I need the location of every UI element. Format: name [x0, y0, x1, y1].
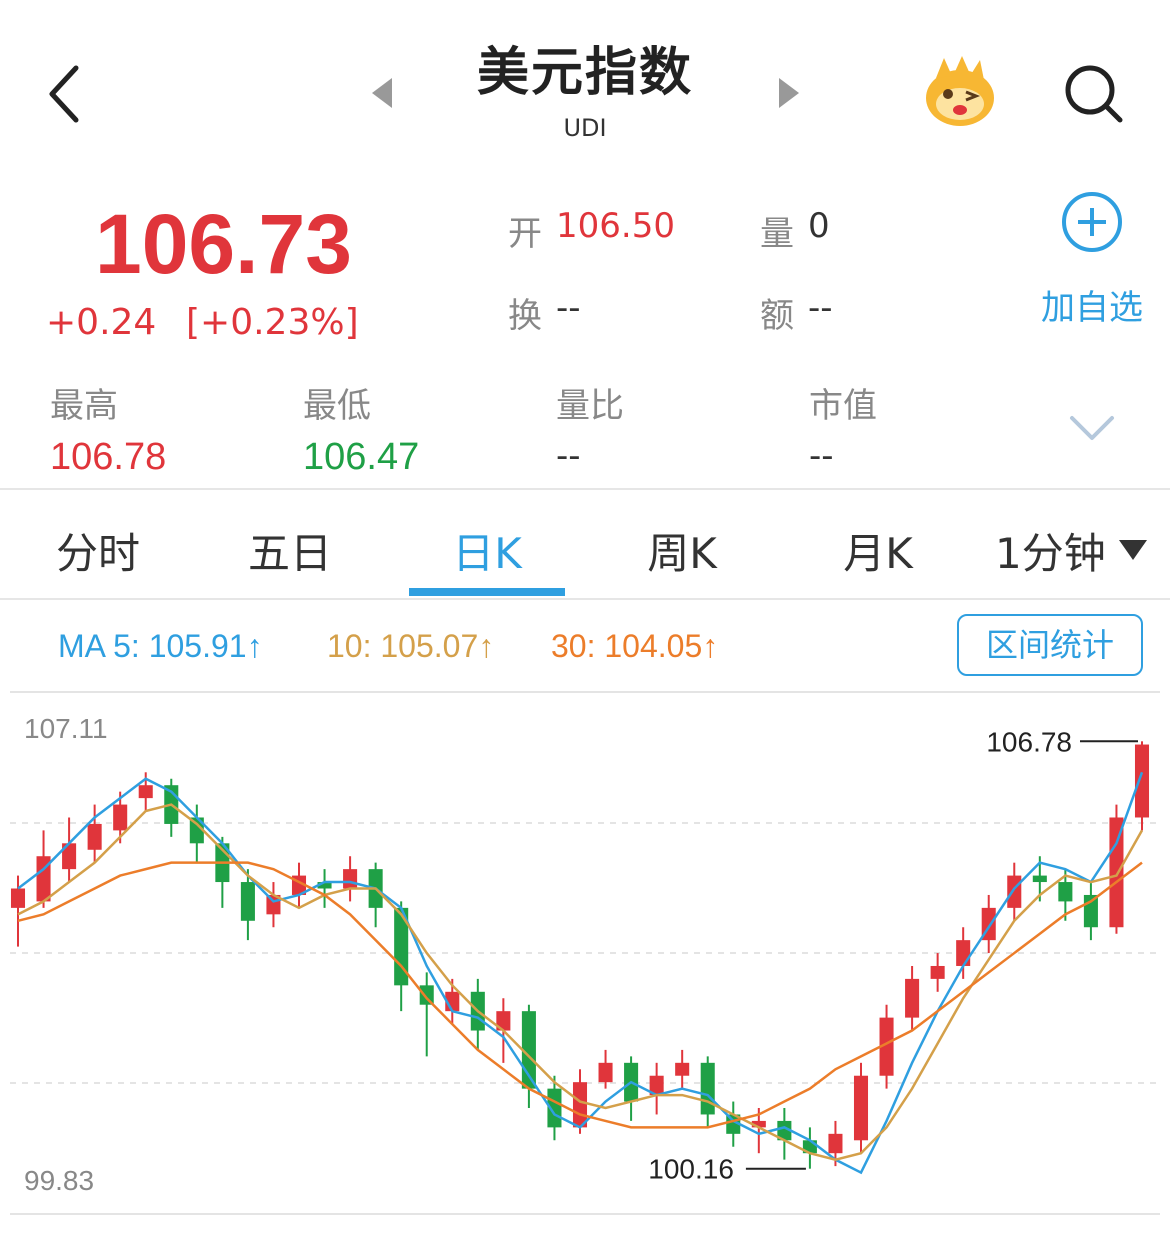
price-change-percent: [+0.23%]	[186, 302, 359, 343]
stat-value-volume-ratio: --	[556, 436, 581, 476]
candle-body	[956, 940, 971, 966]
y-tick-min: 99.83	[24, 1165, 94, 1196]
y-tick-max: 107.11	[24, 713, 108, 744]
caret-down-icon	[1119, 540, 1147, 560]
tab-daily-k[interactable]: 日K	[409, 520, 565, 581]
search-button[interactable]	[1062, 62, 1126, 126]
candle-body	[1058, 882, 1073, 902]
next-instrument-button[interactable]	[775, 76, 801, 110]
candle-body	[905, 978, 920, 1018]
amount-label: 额	[760, 296, 794, 336]
tab-minute-label: 1分钟	[995, 529, 1106, 578]
candle-body	[1109, 817, 1124, 928]
ma30-label: 30: 104.05↑	[551, 628, 719, 664]
candle-body	[87, 823, 102, 850]
turnover-label: 换	[508, 296, 542, 336]
candle-body	[930, 965, 945, 979]
turnover-value: --	[556, 288, 581, 328]
candle-body	[10, 888, 26, 908]
candle-body	[1032, 875, 1047, 883]
amount-value: --	[808, 288, 833, 328]
tab-active-indicator	[409, 588, 565, 596]
price-change: +0.24	[46, 302, 157, 343]
candle-body	[1083, 894, 1098, 928]
tab-intraday[interactable]: 分时	[20, 520, 176, 581]
ma5-label: MA 5: 105.91↑	[58, 628, 263, 664]
mascot-button[interactable]	[920, 56, 1000, 128]
stat-value-low: 106.47	[303, 436, 420, 478]
divider	[0, 598, 1170, 600]
volume-value: 0	[808, 206, 830, 246]
max-marker-label: 106.78	[986, 726, 1072, 757]
last-price: 106.73	[95, 197, 352, 291]
plus-circle-icon	[1062, 192, 1122, 252]
search-icon	[1065, 65, 1123, 123]
candle-body	[1134, 744, 1150, 818]
add-watchlist-label: 加自选	[1041, 288, 1143, 328]
candle-body	[828, 1133, 843, 1154]
range-stats-button[interactable]: 区间统计	[957, 614, 1143, 676]
tab-weekly-k[interactable]: 周K	[604, 520, 760, 581]
stat-label-low: 最低	[303, 386, 371, 426]
candle-body	[572, 1082, 588, 1128]
chevron-down-icon	[1070, 416, 1114, 440]
stat-label-volume-ratio: 量比	[556, 386, 624, 426]
candle-body	[138, 785, 153, 799]
tab-five-day[interactable]: 五日	[212, 520, 368, 581]
mascot-icon	[926, 56, 994, 126]
divider	[0, 488, 1170, 490]
add-watchlist-button[interactable]: 加自选	[1030, 190, 1154, 330]
candle-body	[113, 804, 128, 831]
candle-body	[675, 1062, 690, 1076]
candle-body	[1007, 875, 1022, 908]
expand-button[interactable]	[1066, 410, 1118, 446]
triangle-right-icon	[779, 78, 799, 108]
candle-body	[700, 1062, 715, 1115]
min-marker-label: 100.16	[648, 1154, 734, 1185]
candle-body	[240, 882, 255, 921]
stat-label-high: 最高	[50, 386, 118, 426]
tab-minute-dropdown[interactable]: 1分钟	[995, 520, 1155, 578]
candle-body	[853, 1075, 869, 1141]
candlestick-chart[interactable]: 107.11 99.83 106.78 100.16	[0, 690, 1170, 1220]
ma10-label: 10: 105.07↑	[327, 628, 495, 664]
stat-value-high: 106.78	[50, 436, 167, 478]
stat-value-market-cap: --	[809, 436, 834, 476]
open-label: 开	[508, 214, 542, 254]
tab-monthly-k[interactable]: 月K	[800, 520, 956, 581]
candle-body	[598, 1062, 613, 1083]
stat-label-market-cap: 市值	[809, 386, 877, 426]
open-value: 106.50	[556, 206, 675, 246]
volume-label: 量	[760, 214, 794, 254]
candle-body	[343, 869, 358, 889]
